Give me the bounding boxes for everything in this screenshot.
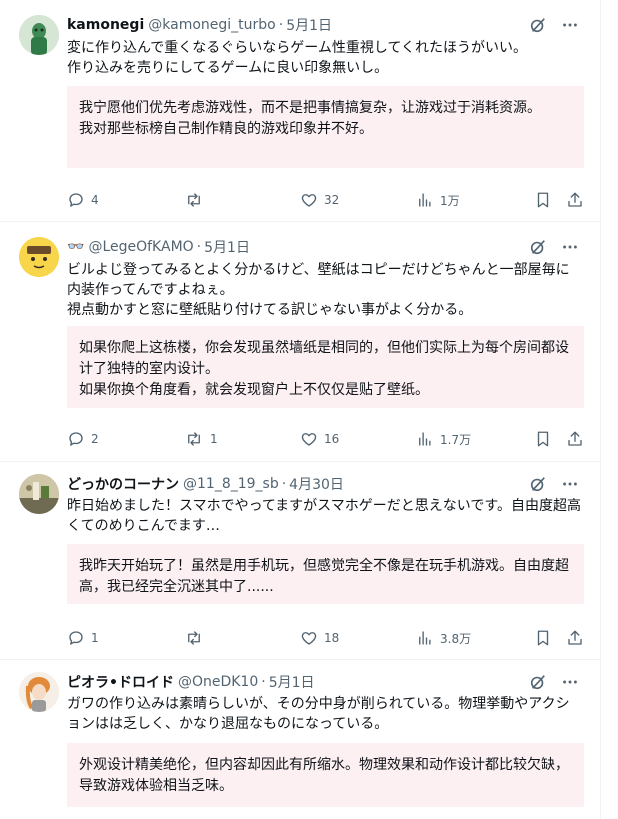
view-count: 3.8万 bbox=[440, 631, 472, 646]
views-icon bbox=[419, 193, 431, 207]
bookmark-button[interactable] bbox=[534, 190, 552, 210]
avatar-image bbox=[19, 237, 59, 277]
bookmark-icon bbox=[537, 192, 549, 208]
separator-dot: · bbox=[261, 674, 266, 690]
user-handle[interactable]: @11_8_19_sb bbox=[183, 476, 279, 492]
reply-count: 2 bbox=[91, 432, 99, 446]
grok-icon[interactable] bbox=[528, 672, 548, 692]
user-handle[interactable]: @kamonegi_turbo bbox=[148, 17, 275, 33]
avatar[interactable] bbox=[19, 672, 59, 712]
views-icon bbox=[419, 432, 431, 446]
views-button[interactable]: 3.8万 bbox=[416, 628, 471, 648]
user-handle[interactable]: @OneDK10 bbox=[178, 674, 258, 690]
retweet-button[interactable] bbox=[184, 190, 210, 210]
reply-icon bbox=[69, 193, 83, 207]
share-button[interactable] bbox=[566, 628, 584, 648]
grok-icon[interactable] bbox=[528, 474, 548, 494]
view-count: 1万 bbox=[440, 193, 460, 208]
tweet-date[interactable]: 4月30日 bbox=[289, 474, 344, 494]
avatar[interactable] bbox=[19, 237, 59, 277]
tweet-text: ガワの作り込みは素晴らしいが、その分中身が削られている。物理挙動やアクションはは… bbox=[67, 696, 570, 732]
avatar-image bbox=[19, 672, 59, 712]
like-button[interactable]: 32 bbox=[300, 190, 339, 210]
views-icon bbox=[419, 631, 431, 645]
separator-dot: · bbox=[196, 239, 202, 255]
retweet-icon bbox=[188, 193, 200, 207]
bookmark-button[interactable] bbox=[534, 628, 552, 648]
reply-icon bbox=[69, 432, 83, 446]
avatar[interactable] bbox=[19, 15, 59, 55]
tweet-item[interactable]: kamonegi @kamonegi_turbo · 5月1日 変に作り込んで重… bbox=[0, 0, 600, 222]
tweet-header: ピオラ•ドロイド @OneDK10 · 5月1日 bbox=[67, 672, 580, 692]
reply-button[interactable]: 4 bbox=[67, 190, 99, 210]
retweet-icon bbox=[188, 631, 200, 645]
translation-box: 我昨天开始玩了！虽然是用手机玩，但感觉完全不像是在玩手机游戏。自由度超高，我已经… bbox=[67, 544, 584, 604]
more-icon[interactable] bbox=[560, 474, 580, 494]
retweet-count: 1 bbox=[210, 432, 218, 446]
like-icon bbox=[301, 632, 317, 645]
retweet-button[interactable] bbox=[184, 628, 210, 648]
bookmark-button[interactable] bbox=[534, 429, 552, 449]
views-button[interactable]: 1.7万 bbox=[416, 429, 471, 449]
more-icon[interactable] bbox=[560, 672, 580, 692]
grok-icon[interactable] bbox=[528, 15, 548, 35]
avatar-image bbox=[19, 474, 59, 514]
tweet-text: ビルよじ登ってみるとよく分かるけど、壁紙はコピーだけどちゃんと一部屋毎に内装作っ… bbox=[67, 262, 570, 318]
tweet-header: どっかのコーナン @11_8_19_sb · 4月30日 bbox=[67, 474, 580, 494]
reply-button[interactable]: 2 bbox=[67, 429, 99, 449]
tweet-text: 変に作り込んで重くなるぐらいならゲーム性重視してくれたほうがいい。 作り込みを売… bbox=[67, 40, 528, 76]
translation-box: 外观设计精美绝伦，但内容却因此有所缩水。物理效果和动作设计都比较欠缺，导致游戏体… bbox=[67, 743, 584, 807]
reply-button[interactable]: 1 bbox=[67, 628, 99, 648]
share-icon bbox=[568, 192, 582, 207]
display-name[interactable]: kamonegi bbox=[67, 17, 144, 33]
like-icon bbox=[301, 433, 317, 446]
share-button[interactable] bbox=[566, 190, 584, 210]
translation-box: 我宁愿他们优先考虑游戏性，而不是把事情搞复杂，让游戏过于消耗资源。 我对那些标榜… bbox=[67, 86, 584, 168]
user-handle[interactable]: @LegeOfKAMO bbox=[88, 239, 193, 255]
grok-icon[interactable] bbox=[528, 237, 548, 257]
like-count: 18 bbox=[324, 631, 340, 645]
reply-count: 1 bbox=[91, 631, 99, 645]
tweet-date[interactable]: 5月1日 bbox=[269, 672, 315, 692]
view-count: 1.7万 bbox=[440, 432, 472, 447]
tweet-text: 昨日始めました！スマホでやってますがスマホゲーだと思えないです。自由度超高くての… bbox=[67, 498, 581, 534]
translation-box: 如果你爬上这栋楼，你会发现虽然墙纸是相同的，但他们实际上为每个房间都设计了独特的… bbox=[67, 326, 584, 408]
tweet-feed: kamonegi @kamonegi_turbo · 5月1日 変に作り込んで重… bbox=[0, 0, 601, 819]
avatar-image bbox=[19, 15, 59, 55]
tweet-date[interactable]: 5月1日 bbox=[286, 15, 332, 35]
tweet-actions: 4 32 1万 bbox=[67, 190, 582, 210]
reply-count: 4 bbox=[91, 193, 99, 207]
tweet-item[interactable]: どっかのコーナン @11_8_19_sb · 4月30日 昨日始めました！スマホ… bbox=[0, 462, 600, 660]
tweet-header: 👓 @LegeOfKAMO · 5月1日 bbox=[67, 237, 580, 257]
display-name[interactable]: 👓 bbox=[67, 239, 84, 255]
separator-dot: · bbox=[281, 476, 287, 492]
retweet-button[interactable]: 1 bbox=[184, 429, 218, 449]
more-icon[interactable] bbox=[560, 237, 580, 257]
share-button[interactable] bbox=[566, 429, 584, 449]
avatar[interactable] bbox=[19, 474, 59, 514]
display-name[interactable]: ピオラ•ドロイド bbox=[67, 672, 174, 692]
bookmark-icon bbox=[537, 431, 549, 447]
display-name[interactable]: どっかのコーナン bbox=[67, 474, 179, 494]
more-icon[interactable] bbox=[560, 15, 580, 35]
separator-dot: · bbox=[278, 17, 284, 33]
like-icon bbox=[301, 194, 317, 207]
like-count: 32 bbox=[324, 193, 340, 207]
share-icon bbox=[568, 630, 582, 645]
reply-icon bbox=[69, 631, 83, 645]
like-button[interactable]: 18 bbox=[300, 628, 339, 648]
bookmark-icon bbox=[537, 630, 549, 646]
tweet-header: kamonegi @kamonegi_turbo · 5月1日 bbox=[67, 15, 580, 35]
retweet-icon bbox=[188, 432, 200, 446]
tweet-date[interactable]: 5月1日 bbox=[204, 237, 250, 257]
share-icon bbox=[568, 431, 582, 446]
views-button[interactable]: 1万 bbox=[416, 190, 460, 210]
tweet-item[interactable]: 👓 @LegeOfKAMO · 5月1日 ビルよじ登ってみるとよく分かるけど、壁… bbox=[0, 222, 600, 462]
like-button[interactable]: 16 bbox=[300, 429, 339, 449]
tweet-actions: 1 18 3.8万 bbox=[67, 628, 582, 648]
like-count: 16 bbox=[324, 432, 340, 446]
tweet-actions: 2 1 16 1.7万 bbox=[67, 429, 582, 449]
tweet-item[interactable]: ピオラ•ドロイド @OneDK10 · 5月1日 ガワの作り込みは素晴らしいが、… bbox=[0, 660, 600, 819]
